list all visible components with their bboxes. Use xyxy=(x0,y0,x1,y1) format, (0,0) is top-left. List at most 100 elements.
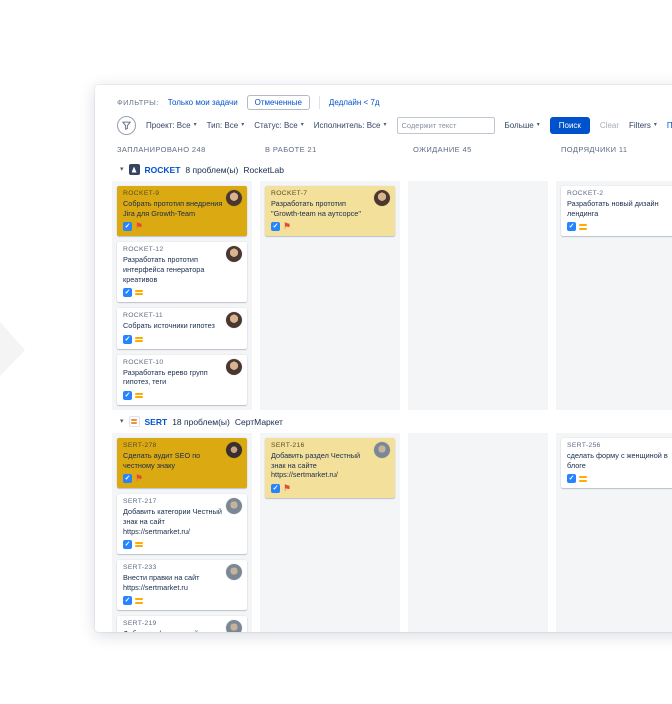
board-column: SERT-278Сделать аудит SEO по честному зн… xyxy=(112,433,252,632)
task-checkbox-icon: ✓ xyxy=(567,222,576,231)
board-column: ROCKET-9 Собрать прототип внедрения Jira … xyxy=(112,181,252,410)
card-icons: ✓ xyxy=(123,391,241,400)
task-checkbox-icon: ✓ xyxy=(123,596,132,605)
card-summary: Собрать прототип внедрения Jira для Grow… xyxy=(123,199,241,218)
card-key: SERT-233 xyxy=(123,564,241,571)
project-dropdown[interactable]: Проект: Все ▾ xyxy=(146,121,197,130)
swimlane-columns: SERT-278Сделать аудит SEO по честному зн… xyxy=(112,433,672,632)
chevron-down-icon[interactable]: ▾ xyxy=(120,166,124,173)
swimlane-project-name: СертМаркет xyxy=(235,417,283,427)
card-icons: ✓ xyxy=(123,540,241,549)
funnel-icon[interactable] xyxy=(117,116,136,135)
quick-filter-deadline[interactable]: Дедлайн < 7д xyxy=(329,98,380,107)
card-key: SERT-217 xyxy=(123,498,241,505)
quick-filter-flagged[interactable]: Отмеченные xyxy=(247,95,310,110)
swimlane-project-link[interactable]: ROCKET xyxy=(145,165,181,175)
advanced-search-link[interactable]: Продвинутый xyxy=(667,121,672,130)
card-icons: ✓ xyxy=(123,335,241,344)
priority-medium-icon xyxy=(135,393,143,399)
card-key: SERT-256 xyxy=(567,442,672,449)
card-summary: Внести правки на сайт https://sertmarket… xyxy=(123,573,241,592)
card-icons: ✓ xyxy=(123,288,241,297)
type-dropdown[interactable]: Тип: Все ▾ xyxy=(207,121,245,130)
column-header: ПОДРЯДЧИКИ 11 xyxy=(556,145,672,154)
assignee-dropdown[interactable]: Исполнитель: Все ▾ xyxy=(314,121,387,130)
card-key: ROCKET-9 xyxy=(123,190,241,197)
card-summary: Собрать источники гипотез xyxy=(123,321,241,331)
issue-card[interactable]: ROCKET-9 Собрать прототип внедрения Jira … xyxy=(117,186,247,236)
avatar xyxy=(226,564,242,580)
card-icons: ✓⚑ xyxy=(271,222,389,231)
type-dropdown-label: Тип: Все xyxy=(207,121,239,130)
priority-medium-icon xyxy=(135,337,143,343)
filters-dropdown-label: Filters xyxy=(629,121,651,130)
bar xyxy=(131,422,137,424)
column-headers: ЗАПЛАНИРОВАНО 248В РАБОТЕ 21ОЖИДАНИЕ 45П… xyxy=(112,145,672,154)
task-checkbox-icon: ✓ xyxy=(271,484,280,493)
card-summary: Разработать новый дизайн лендинга xyxy=(567,199,672,218)
issue-card[interactable]: SERT-219Добавить фото на сайт https://se… xyxy=(117,616,247,632)
card-icons: ✓⚑ xyxy=(123,222,241,231)
issue-card[interactable]: ROCKET-7Разработать прототип "Growth-tea… xyxy=(265,186,395,236)
card-key: ROCKET-11 xyxy=(123,312,241,319)
contains-text-input[interactable] xyxy=(397,117,495,134)
issue-card[interactable]: ROCKET-10Разработать ерево групп гипотез… xyxy=(117,355,247,405)
issue-card[interactable]: SERT-216Добавить раздел Честный знак на … xyxy=(265,438,395,498)
search-button[interactable]: Поиск xyxy=(550,117,590,134)
bar xyxy=(131,419,137,421)
chevron-down-icon: ▾ xyxy=(194,122,197,128)
assignee-dropdown-label: Исполнитель: Все xyxy=(314,121,381,130)
board-column: ROCKET-7Разработать прототип "Growth-tea… xyxy=(260,181,400,410)
priority-flag-icon: ⚑ xyxy=(283,222,291,231)
avatar xyxy=(226,359,242,375)
card-key: SERT-278 xyxy=(123,442,241,449)
card-icons: ✓⚑ xyxy=(271,484,389,493)
chevron-down-icon: ▾ xyxy=(654,122,657,128)
column-header: ОЖИДАНИЕ 45 xyxy=(408,145,548,154)
priority-medium-icon xyxy=(579,476,587,482)
avatar xyxy=(226,190,242,206)
column-header: В РАБОТЕ 21 xyxy=(260,145,400,154)
project-dropdown-label: Проект: Все xyxy=(146,121,191,130)
card-key: SERT-216 xyxy=(271,442,389,449)
more-dropdown-label: Больше xyxy=(505,121,534,130)
swimlane-issue-count: 18 проблем(ы) xyxy=(172,417,230,427)
quick-filter-only-my-issues[interactable]: Только мои задачи xyxy=(168,98,238,107)
chevron-down-icon: ▾ xyxy=(241,122,244,128)
issue-card[interactable]: SERT-256сделать форму с женщиной в блоге… xyxy=(561,438,672,488)
board-column: SERT-216Добавить раздел Честный знак на … xyxy=(260,433,400,632)
swimlane-columns: ROCKET-9 Собрать прототип внедрения Jira … xyxy=(112,181,672,410)
issue-card[interactable]: ROCKET-2Разработать новый дизайн лендинг… xyxy=(561,186,672,236)
chevron-down-icon: ▾ xyxy=(383,122,386,128)
avatar xyxy=(226,312,242,328)
issue-card[interactable]: SERT-233 Внести правки на сайт https://se… xyxy=(117,560,247,610)
swimlane-project-name: RocketLab xyxy=(243,165,284,175)
search-filter-bar: Проект: Все ▾ Тип: Все ▾ Статус: Все ▾ И… xyxy=(117,115,672,135)
filters-label: ФИЛЬТРЫ: xyxy=(117,98,159,107)
avatar xyxy=(374,442,390,458)
card-summary: Разработать прототип интерфейса генерато… xyxy=(123,255,241,284)
chevron-down-icon[interactable]: ▾ xyxy=(120,418,124,425)
card-summary: Добавить категории Честный знак на сайт … xyxy=(123,507,241,536)
filters-dropdown[interactable]: Filters ▾ xyxy=(629,121,657,130)
issue-card[interactable]: ROCKET-11 Собрать источники гипотез ✓ xyxy=(117,308,247,349)
board-panel: ФИЛЬТРЫ: Только мои задачи Отмеченные Де… xyxy=(95,85,672,632)
divider xyxy=(319,96,320,109)
card-summary: Разработать ерево групп гипотез, теги xyxy=(123,368,241,387)
issue-card[interactable]: SERT-217 Добавить категории Честный знак … xyxy=(117,494,247,554)
rocket-project-icon xyxy=(129,164,140,175)
card-icons: ✓ xyxy=(567,222,672,231)
chevron-down-icon: ▾ xyxy=(537,122,540,128)
card-icons: ✓ xyxy=(123,596,241,605)
swimlane-project-link[interactable]: SERT xyxy=(145,417,168,427)
more-dropdown[interactable]: Больше ▾ xyxy=(505,121,540,130)
board-lanes: ▾ROCKET8 проблем(ы)RocketLabROCKET-9Собр… xyxy=(112,161,672,632)
status-dropdown[interactable]: Статус: Все ▾ xyxy=(254,121,304,130)
swimlane-header: ▾ SERT 18 проблем(ы) СертМаркет xyxy=(120,413,672,430)
issue-card[interactable]: ROCKET-12Разработать прототип интерфейса… xyxy=(117,242,247,302)
priority-medium-icon xyxy=(135,598,143,604)
issue-card[interactable]: SERT-278Сделать аудит SEO по честному зн… xyxy=(117,438,247,488)
task-checkbox-icon: ✓ xyxy=(567,474,576,483)
priority-flag-icon: ⚑ xyxy=(283,484,291,493)
priority-medium-icon xyxy=(135,542,143,548)
